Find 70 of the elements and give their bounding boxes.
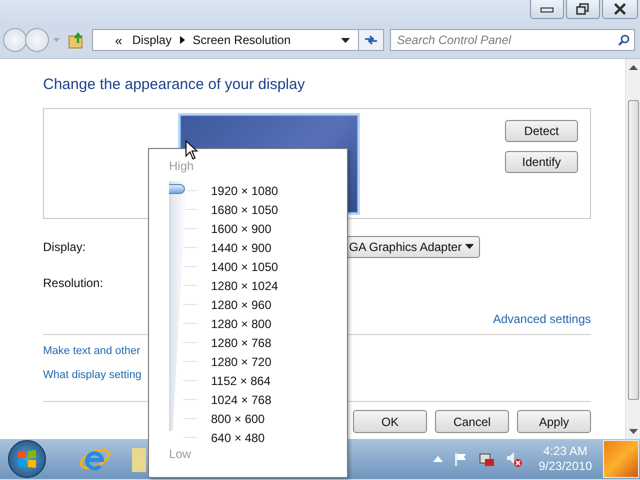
slider-tick xyxy=(183,361,197,362)
slider-tick xyxy=(183,266,197,267)
dropdown-caret-icon[interactable] xyxy=(341,38,350,42)
slider-tick xyxy=(183,399,197,400)
refresh-button[interactable] xyxy=(359,29,384,51)
search-field[interactable]: Search Control Panel xyxy=(390,29,635,51)
chevron-icon[interactable] xyxy=(180,36,185,44)
resolution-option[interactable]: 1280 × 800 xyxy=(211,316,272,330)
network-icon[interactable] xyxy=(478,451,495,467)
close-button[interactable] xyxy=(602,0,638,19)
field-label: Display: xyxy=(43,240,87,254)
field-label: Resolution: xyxy=(43,276,104,290)
caret-icon[interactable] xyxy=(465,244,474,249)
slider-tick xyxy=(183,418,197,419)
clock-date: 9/23/2010 xyxy=(538,459,592,474)
resolution-option[interactable]: 1280 × 720 xyxy=(211,354,272,368)
page-heading: Change the appearance of your display xyxy=(43,76,306,95)
slider-tick xyxy=(183,228,197,229)
resolution-option[interactable]: 1920 × 1080 xyxy=(211,184,278,198)
slider-tick xyxy=(183,247,197,248)
resolution-option[interactable]: 1600 × 900 xyxy=(211,222,272,236)
slider-tick xyxy=(183,304,197,305)
breadcrumb-overflow[interactable]: « xyxy=(115,32,122,48)
maximize-button[interactable] xyxy=(566,0,600,19)
resolution-option[interactable]: 800 × 600 xyxy=(211,412,265,426)
resolution-option[interactable]: 1280 × 768 xyxy=(211,336,272,350)
preview-button[interactable]: Detect xyxy=(505,120,578,142)
resolution-option[interactable]: 640 × 480 xyxy=(211,430,265,444)
slider-tick xyxy=(183,437,197,438)
slider-thumb[interactable] xyxy=(167,184,185,194)
arrows-icon[interactable] xyxy=(364,34,378,46)
resolution-option[interactable]: 1280 × 960 xyxy=(211,298,272,312)
help-link[interactable]: What display setting xyxy=(43,369,142,381)
close-icon[interactable] xyxy=(613,3,627,15)
scroll-down-icon[interactable] xyxy=(628,429,638,435)
speaker-muted-icon[interactable] xyxy=(506,451,522,467)
slider-tick xyxy=(183,209,197,210)
resolution-option[interactable]: 1680 × 1050 xyxy=(211,202,278,216)
dialog-button[interactable]: OK xyxy=(353,410,427,433)
address-bar[interactable]: « Display Screen Resolution xyxy=(92,29,359,51)
scroll-up-icon[interactable] xyxy=(628,65,638,71)
scrollbar-thumb[interactable] xyxy=(628,100,638,400)
slider-tick xyxy=(183,342,197,343)
dialog-button[interactable]: Apply xyxy=(517,410,591,433)
preview-button[interactable]: Identify xyxy=(505,151,578,173)
flag-icon[interactable] xyxy=(454,452,468,466)
resolution-option[interactable]: 1400 × 1050 xyxy=(211,260,278,274)
slider-tick xyxy=(183,285,197,286)
help-link[interactable]: Make text and other xyxy=(43,345,140,357)
start-button[interactable] xyxy=(8,440,46,478)
slider-tick xyxy=(183,380,197,381)
advanced-settings-link[interactable]: Advanced settings xyxy=(492,312,591,326)
resolution-option[interactable]: 1440 × 900 xyxy=(211,240,272,254)
resolution-option[interactable]: 1152 × 864 xyxy=(211,374,271,388)
minimize-icon[interactable] xyxy=(540,5,554,13)
resolution-option[interactable]: 1280 × 1024 xyxy=(211,278,278,292)
restore-icon[interactable] xyxy=(576,3,590,15)
minimize-button[interactable] xyxy=(530,0,564,19)
breadcrumb-item[interactable]: Display xyxy=(132,33,172,47)
breadcrumb-item[interactable]: Screen Resolution xyxy=(192,33,291,47)
low-label: Low xyxy=(169,447,192,461)
high-label: High xyxy=(169,159,195,173)
windows-logo-icon[interactable] xyxy=(16,448,38,470)
slider-tick xyxy=(183,323,197,324)
desktop-thumbnail[interactable] xyxy=(603,440,639,478)
resolution-option[interactable]: 1024 × 768 xyxy=(211,392,272,406)
scrollbar[interactable] xyxy=(625,59,640,439)
dialog-button[interactable]: Cancel xyxy=(435,410,509,433)
dropdown-value: GA Graphics Adapter xyxy=(349,240,462,254)
clock-time: 4:23 AM xyxy=(543,444,588,459)
